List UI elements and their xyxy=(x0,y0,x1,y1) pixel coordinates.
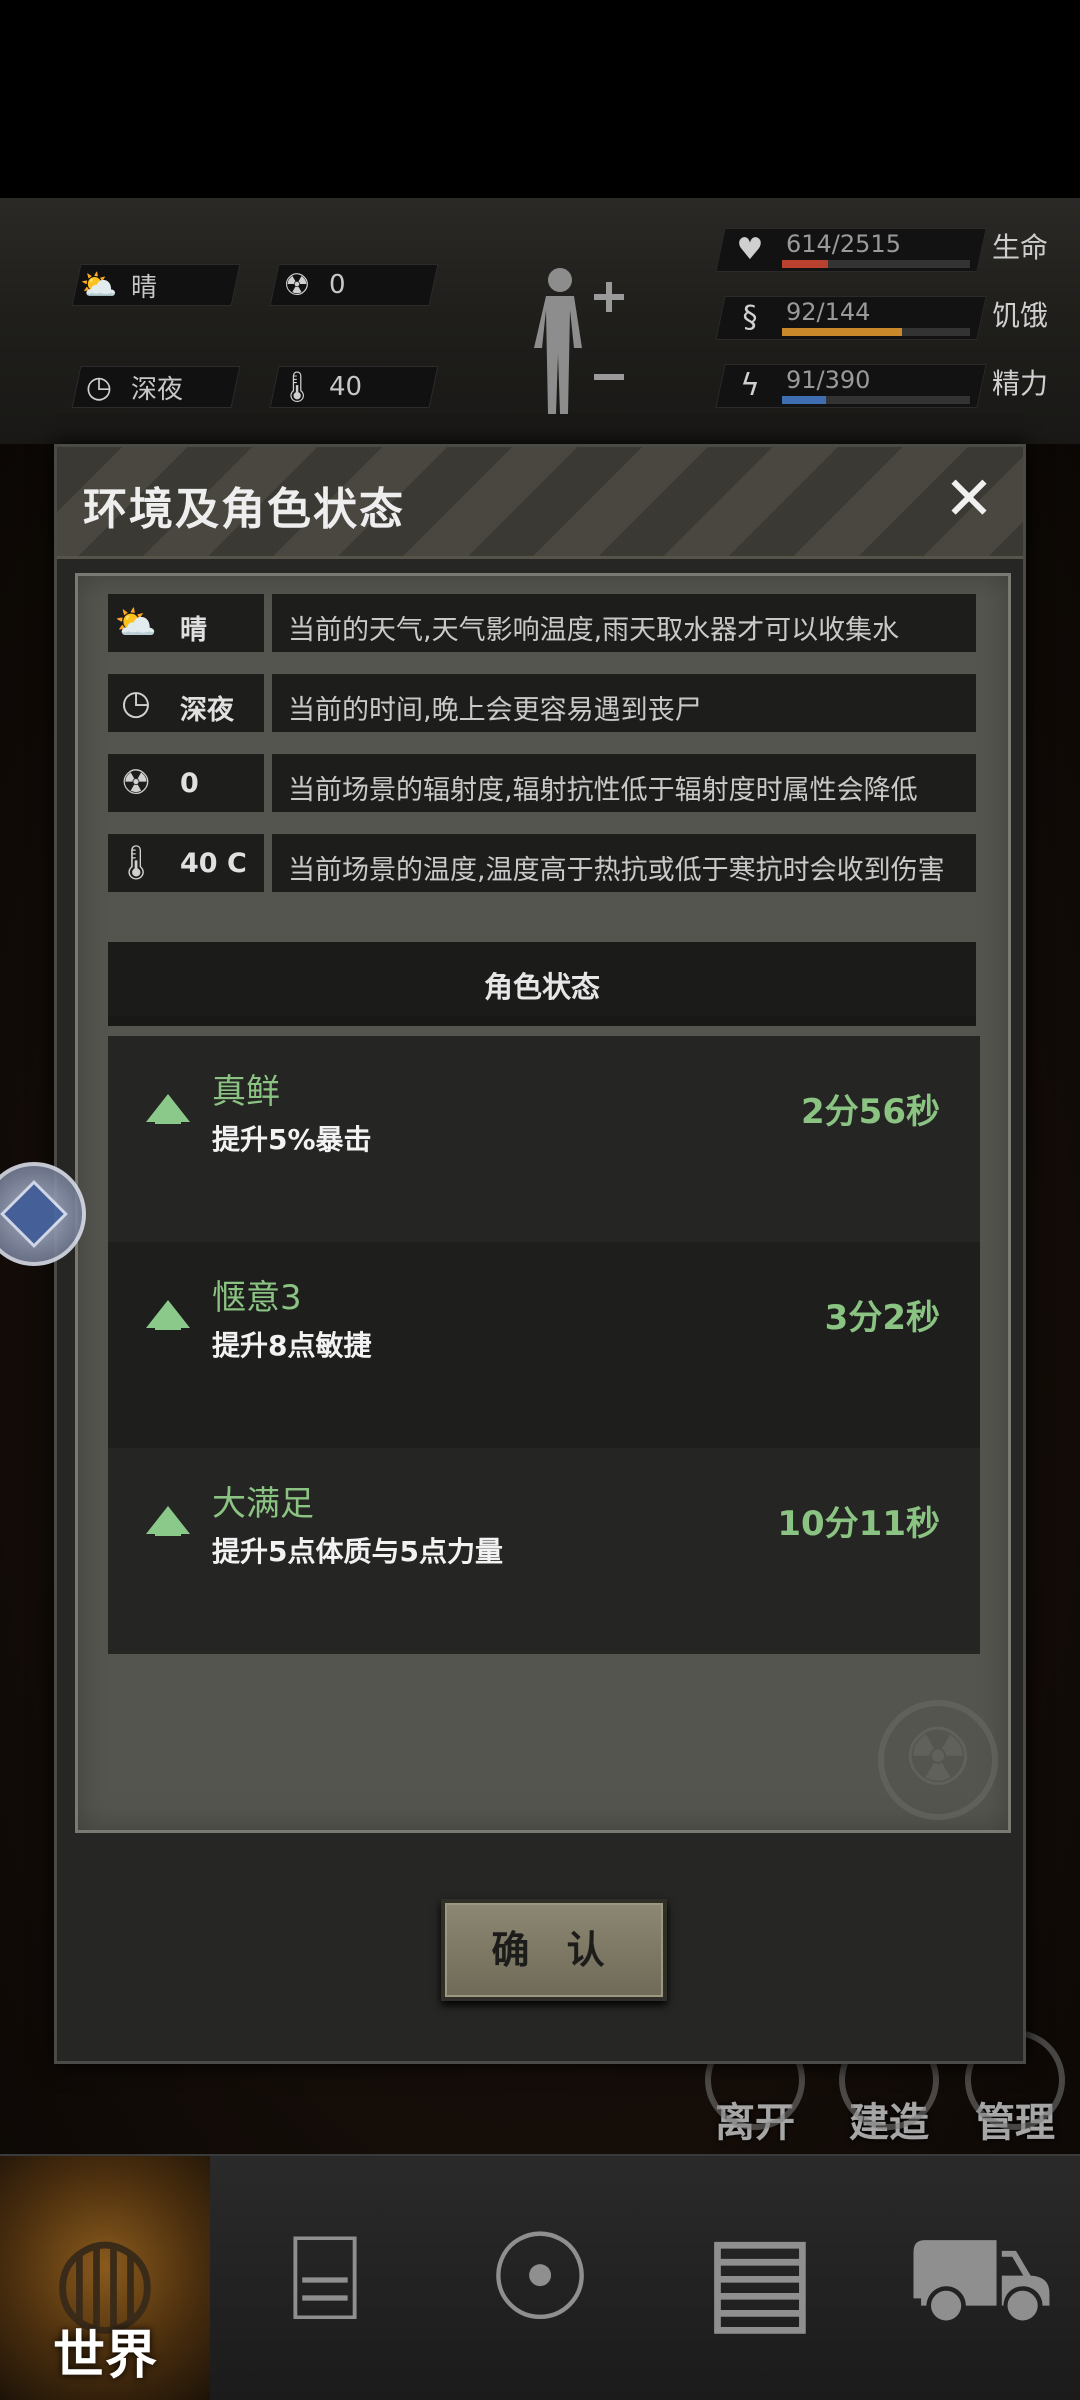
cart-icon: ⛟ xyxy=(904,2209,1056,2348)
dialog-title: 环境及角色状态 xyxy=(83,484,405,535)
bottom-navigation: ◍ 世界 ⌸ ☉ ▤ ⛟ xyxy=(0,2154,1080,2400)
nav-shop[interactable]: ⛟ xyxy=(880,2156,1080,2400)
hunger-bar xyxy=(782,328,970,336)
env-value: 晴 xyxy=(180,615,207,646)
environment-status-dialog: 环境及角色状态 ✕ ⛅ 晴 当前的天气,天气影响温度,雨天取水器才可以收集水 ◷… xyxy=(54,444,1026,2064)
effect-name: 惬意3 xyxy=(212,1278,302,1318)
head-gears-icon: ☉ xyxy=(486,2209,594,2348)
list-item: 大满足 提升5点体质与5点力量 10分11秒 xyxy=(108,1448,980,1654)
clock-icon: ◷ xyxy=(85,369,113,405)
stat-health[interactable]: ♥ 614/2515 生命 xyxy=(715,222,1060,276)
stat-energy-label: 精力 xyxy=(992,367,1049,400)
effect-name: 真鲜 xyxy=(212,1072,280,1112)
list-item: 真鲜 提升5%暴击 2分56秒 xyxy=(108,1036,980,1242)
list-item: 惬意3 提升8点敏捷 3分2秒 xyxy=(108,1242,980,1448)
stat-energy[interactable]: ϟ 91/390 精力 xyxy=(715,358,1060,412)
nav-backpack[interactable]: ⌸ xyxy=(230,2156,420,2400)
env-row-weather: ⛅ 晴 当前的天气,天气影响温度,雨天取水器才可以收集水 xyxy=(108,594,978,652)
stat-hunger-label: 饥饿 xyxy=(992,299,1049,332)
clock-icon: ◷ xyxy=(121,683,151,723)
nav-radio[interactable]: ▤ xyxy=(660,2156,860,2400)
heart-pulse-icon: ♥ xyxy=(736,232,764,267)
effect-time: 10分11秒 xyxy=(777,1504,940,1544)
effect-time: 3分2秒 xyxy=(824,1298,940,1338)
character-status-header: 角色状态 xyxy=(108,942,976,1026)
buff-up-arrow-icon xyxy=(146,1506,190,1536)
thermometer-icon: 🌡 xyxy=(114,843,158,883)
confirm-button[interactable]: 确 认 xyxy=(441,1899,667,2001)
effects-list: 真鲜 提升5%暴击 2分56秒 惬意3 提升8点敏捷 3分2秒 大满足 提升5点… xyxy=(108,1036,980,1654)
cloud-sun-icon: ⛅ xyxy=(114,603,158,643)
effect-time: 2分56秒 xyxy=(801,1092,940,1132)
stat-hunger[interactable]: § 92/144 饥饿 xyxy=(715,290,1060,344)
hud-weather-value: 晴 xyxy=(131,272,158,303)
buff-up-arrow-icon xyxy=(146,1094,190,1124)
effect-description: 提升5点体质与5点力量 xyxy=(212,1535,503,1568)
hud-temperature-value: 40 xyxy=(329,372,363,402)
nav-skills[interactable]: ☉ xyxy=(440,2156,640,2400)
brain-energy-icon: ϟ xyxy=(740,368,760,403)
env-row-temperature: 🌡 40 C 当前场景的温度,温度高于热抗或低于寒抗时会收到伤害 xyxy=(108,834,978,892)
env-row-time: ◷ 深夜 当前的时间,晚上会更容易遇到丧尸 xyxy=(108,674,978,732)
energy-bar xyxy=(782,396,970,404)
radiation-icon: ☢ xyxy=(283,267,311,303)
env-row-radiation: ☢ 0 当前场景的辐射度,辐射抗性低于辐射度时属性会降低 xyxy=(108,754,978,812)
hud-weather[interactable]: ⛅ 晴 xyxy=(71,264,241,306)
stat-energy-value: 91/390 xyxy=(786,366,871,394)
hud-time-value: 深夜 xyxy=(131,374,184,405)
env-value: 深夜 xyxy=(180,695,234,726)
close-icon[interactable]: ✕ xyxy=(937,467,1001,531)
nav-world-label: 世界 xyxy=(52,2326,157,2386)
effect-name: 大满足 xyxy=(212,1484,314,1524)
nav-world[interactable]: ◍ 世界 xyxy=(0,2156,210,2400)
body-status-icon[interactable] xyxy=(520,262,630,422)
radiation-icon: ☢ xyxy=(120,763,152,803)
thermometer-icon: 🌡 xyxy=(277,369,317,405)
character-status-title: 角色状态 xyxy=(483,970,600,1004)
env-value: 0 xyxy=(180,768,199,799)
hud-temperature[interactable]: 🌡 40 xyxy=(269,366,439,408)
health-bar xyxy=(782,260,970,268)
hud-time[interactable]: ◷ 深夜 xyxy=(71,366,241,408)
backpack-icon: ⌸ xyxy=(289,2209,361,2348)
stat-health-value: 614/2515 xyxy=(786,230,901,258)
hud-radiation-value: 0 xyxy=(329,270,346,300)
radio-icon: ▤ xyxy=(703,2209,817,2348)
radiation-watermark-icon: ☢ xyxy=(878,1700,998,1820)
cloud-sun-icon: ⛅ xyxy=(80,267,118,303)
buff-up-arrow-icon xyxy=(146,1300,190,1330)
env-description: 当前场景的温度,温度高于热抗或低于寒抗时会收到伤害 xyxy=(288,855,945,886)
dialog-header: 环境及角色状态 ✕ xyxy=(57,447,1023,559)
env-description: 当前的天气,天气影响温度,雨天取水器才可以收集水 xyxy=(288,615,900,646)
env-value: 40 C xyxy=(180,848,247,879)
stomach-icon: § xyxy=(742,300,758,335)
cube-icon xyxy=(0,1180,68,1248)
hud-radiation[interactable]: ☢ 0 xyxy=(269,264,439,306)
dialog-content-panel: ⛅ 晴 当前的天气,天气影响温度,雨天取水器才可以收集水 ◷ 深夜 当前的时间,… xyxy=(75,573,1011,1833)
effect-description: 提升8点敏捷 xyxy=(212,1329,372,1362)
stat-hunger-value: 92/144 xyxy=(786,298,871,326)
effect-description: 提升5%暴击 xyxy=(212,1123,372,1156)
env-description: 当前场景的辐射度,辐射抗性低于辐射度时属性会降低 xyxy=(288,775,918,806)
env-description: 当前的时间,晚上会更容易遇到丧尸 xyxy=(288,695,702,726)
stat-health-label: 生命 xyxy=(992,231,1049,264)
